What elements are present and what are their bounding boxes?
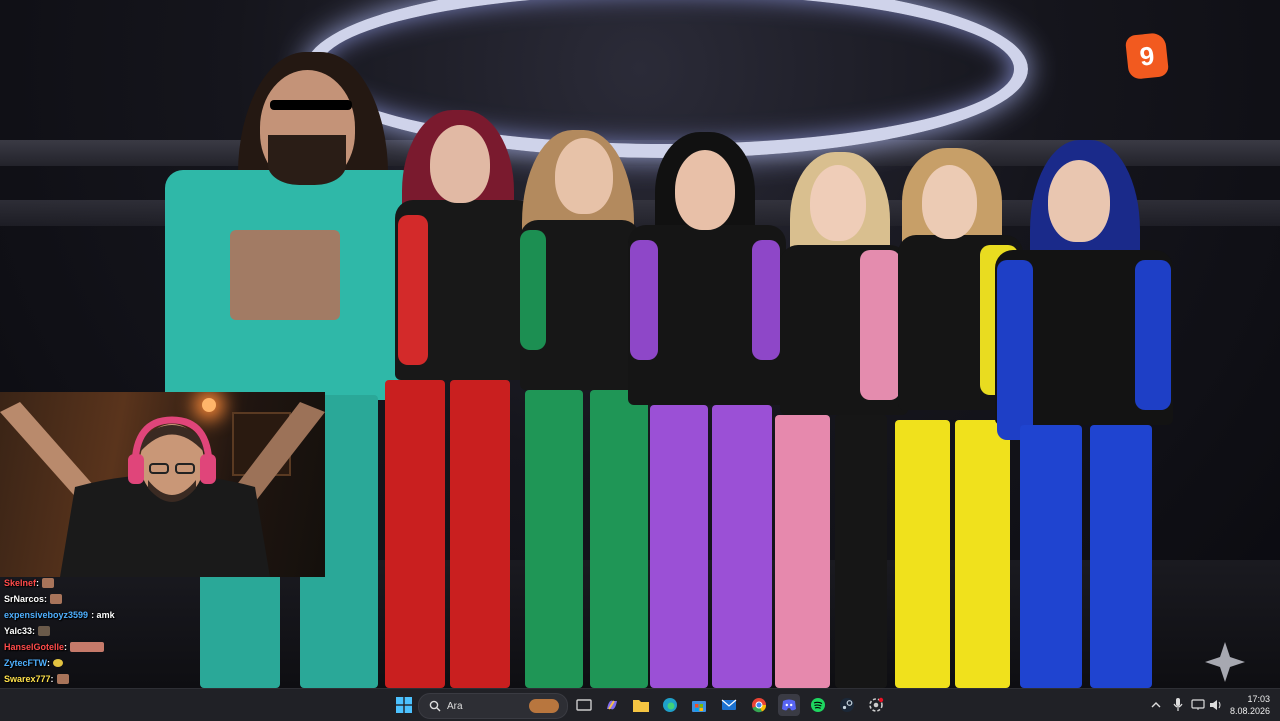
halo-light-ring	[305, 0, 1028, 158]
windows-icon	[396, 697, 412, 713]
outlook-button[interactable]	[718, 694, 740, 716]
spotify-button[interactable]	[807, 694, 829, 716]
mail-icon	[721, 699, 737, 710]
emote-icon	[56, 674, 69, 684]
chrome-button[interactable]	[748, 694, 770, 716]
chat-message: Skelnef :	[4, 575, 324, 591]
chat-username: ZytecFTW	[4, 658, 48, 668]
speaker-icon	[1210, 700, 1221, 710]
emote-icon	[70, 642, 105, 652]
spotify-icon	[811, 698, 825, 712]
chat-message: Swarex777 :	[4, 671, 324, 687]
task-view-button[interactable]	[573, 694, 595, 716]
search-box[interactable]: Ara	[418, 693, 568, 719]
clock-time[interactable]: 17:03	[1230, 694, 1270, 704]
chat-username: Skelnef	[4, 578, 37, 588]
file-explorer-button[interactable]	[630, 694, 652, 716]
chat-username: Yalc33	[4, 626, 33, 636]
store-button[interactable]	[688, 694, 710, 716]
chrome-icon	[752, 698, 767, 713]
edge-icon	[663, 698, 677, 712]
chat-username: Swarex777	[4, 674, 51, 684]
emote-icon	[42, 578, 55, 588]
search-icon	[429, 700, 441, 712]
chat-username: expensiveboyz3599	[4, 610, 89, 620]
settings-gear-icon	[869, 697, 884, 712]
microphone-button[interactable]	[1170, 694, 1186, 716]
app-button[interactable]	[865, 694, 887, 716]
steam-button[interactable]	[836, 694, 858, 716]
copilot-button[interactable]	[601, 694, 623, 716]
channel-logo: 9	[1124, 32, 1170, 80]
network-icon	[1191, 699, 1205, 710]
chat-message: expensiveboyz3599: amk	[4, 607, 324, 623]
task-view-icon	[576, 699, 592, 711]
chat-message: HanselGotelle :	[4, 639, 324, 655]
network-button[interactable]	[1190, 694, 1206, 716]
chat-message: Yalc33 :	[4, 623, 324, 639]
discord-icon	[782, 699, 796, 711]
emote-icon	[50, 594, 63, 604]
chat-separator: :	[50, 674, 54, 684]
chat-message: ZytecFTW :	[4, 655, 324, 671]
taskbar: Ara 17:03 8.08.2026	[0, 688, 1280, 721]
edge-button[interactable]	[659, 694, 681, 716]
chat-separator: :	[44, 594, 48, 604]
microphone-icon	[1173, 698, 1183, 711]
clock-date[interactable]: 8.08.2026	[1222, 706, 1270, 716]
store-icon	[692, 701, 706, 712]
tray-overflow-button[interactable]	[1148, 694, 1164, 716]
copilot-icon	[607, 700, 617, 710]
chat-message: SrNarcos :	[4, 591, 324, 607]
chat-separator: :	[64, 642, 68, 652]
sparkle-icon	[1205, 642, 1245, 682]
steam-icon	[840, 698, 854, 712]
streamer	[0, 402, 325, 577]
emote-icon	[53, 659, 64, 667]
search-placeholder: Ara	[447, 700, 463, 712]
chat-text: : amk	[91, 610, 115, 620]
chat-username: SrNarcos	[4, 594, 45, 604]
chat-separator: :	[32, 626, 36, 636]
emote-icon	[38, 626, 51, 636]
chevron-up-icon	[1151, 702, 1161, 708]
chat-separator: :	[47, 658, 51, 668]
chat-username: HanselGotelle	[4, 642, 65, 652]
start-button[interactable]	[393, 694, 415, 716]
chat-separator: :	[36, 578, 40, 588]
discord-button[interactable]	[778, 694, 800, 716]
webcam-overlay	[0, 392, 325, 577]
folder-icon	[633, 700, 649, 712]
search-highlight-icon	[529, 699, 559, 713]
